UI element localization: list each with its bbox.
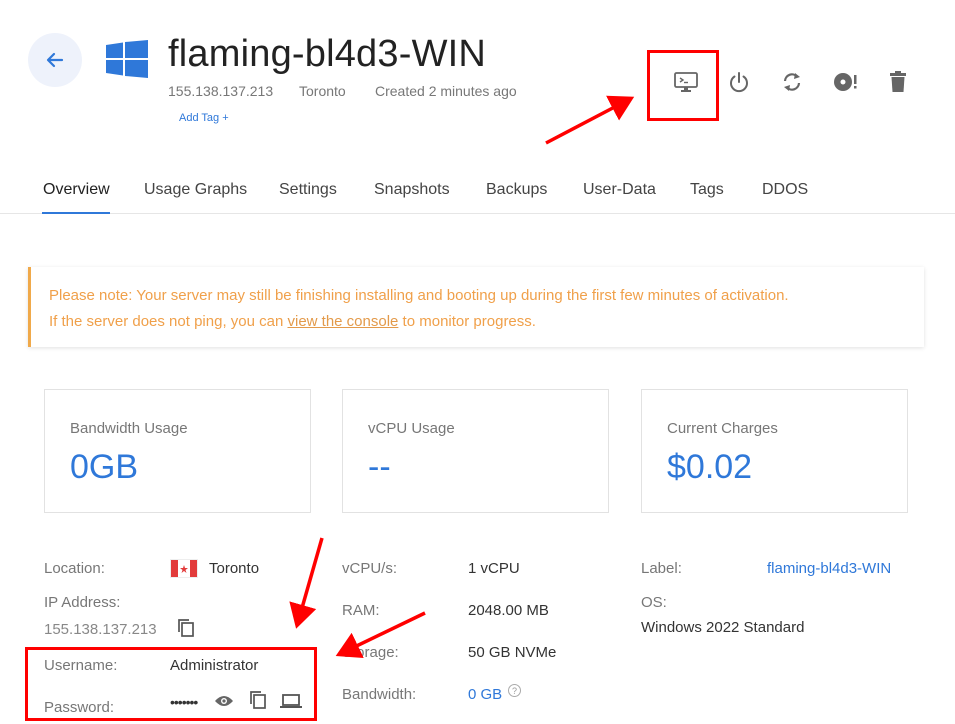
tab-snapshots[interactable]: Snapshots (374, 181, 450, 199)
card-label: Current Charges (667, 420, 778, 437)
notice-line-2: If the server does not ping, you can vie… (49, 309, 906, 335)
tab-settings[interactable]: Settings (279, 181, 337, 199)
card-label: vCPU Usage (368, 420, 455, 437)
label-value[interactable]: flaming-bl4d3-WIN (767, 560, 891, 577)
power-icon (730, 72, 748, 93)
add-tag-link[interactable]: Add Tag + (179, 112, 229, 124)
bandwidth-value[interactable]: 0 GB (468, 686, 502, 703)
iso-disc-icon (834, 73, 857, 91)
ram-value: 2048.00 MB (468, 602, 549, 619)
location-value: Toronto (209, 560, 260, 577)
header-ip: 155.138.137.213 (168, 83, 274, 99)
vcpu-usage-card: vCPU Usage -- (342, 389, 609, 513)
active-tab-indicator (42, 212, 110, 214)
vcpu-value: 1 vCPU (468, 560, 520, 577)
power-button[interactable] (723, 66, 755, 98)
notice-text: If the server does not ping, you can (49, 313, 288, 330)
back-button[interactable] (28, 33, 82, 87)
label-label: Label: (641, 560, 682, 577)
ram-label: RAM: (342, 602, 380, 619)
tab-bar: Overview Usage Graphs Settings Snapshots… (0, 170, 955, 214)
ip-value: 155.138.137.213 (44, 621, 157, 638)
view-console-button[interactable] (670, 66, 702, 98)
tab-usage-graphs[interactable]: Usage Graphs (144, 181, 247, 199)
console-icon (674, 72, 698, 92)
show-password-button[interactable] (214, 691, 234, 711)
location-label: Location: (44, 560, 105, 577)
iso-button[interactable] (829, 66, 861, 98)
notice-line-1: Please note: Your server may still be fi… (49, 287, 789, 304)
password-label: Password: (44, 699, 115, 716)
current-charges-card: Current Charges $0.02 (641, 389, 908, 513)
arrow-down-credentials (289, 537, 324, 629)
laptop-icon (280, 694, 302, 708)
server-title: flaming-bl4d3-WIN (168, 33, 487, 75)
tab-backups[interactable]: Backups (486, 181, 547, 199)
password-value: ••••••• (170, 694, 198, 710)
username-label: Username: (44, 657, 118, 674)
arrow-left-icon (46, 52, 64, 68)
delete-button[interactable] (882, 66, 914, 98)
provisioning-notice: Please note: Your server may still be fi… (28, 267, 924, 347)
copy-password-button[interactable] (248, 690, 268, 710)
help-icon[interactable]: ? (508, 684, 521, 697)
copy-icon (178, 619, 194, 637)
os-value: Windows 2022 Standard (641, 619, 805, 636)
copy-ip-button[interactable] (176, 618, 196, 638)
storage-value: 50 GB NVMe (468, 644, 557, 661)
card-value: $0.02 (667, 448, 753, 486)
card-value: -- (368, 448, 391, 486)
os-label: OS: (641, 594, 667, 611)
restart-icon (783, 73, 801, 91)
windows-logo-icon (106, 40, 148, 78)
card-value: 0GB (70, 448, 139, 486)
arrow-to-console (545, 95, 635, 145)
copy-icon (250, 691, 266, 709)
tab-overview[interactable]: Overview (43, 181, 110, 199)
paste-to-console-button[interactable] (280, 691, 302, 711)
bandwidth-usage-card: Bandwidth Usage 0GB (44, 389, 311, 513)
vcpu-label: vCPU/s: (342, 560, 398, 577)
tab-tags[interactable]: Tags (690, 181, 724, 199)
canada-flag-icon (170, 559, 198, 578)
header-location: Toronto (299, 83, 346, 99)
bandwidth-label: Bandwidth: (342, 686, 417, 703)
tab-user-data[interactable]: User-Data (583, 181, 656, 199)
tab-ddos[interactable]: DDOS (762, 181, 808, 199)
view-console-link[interactable]: view the console (287, 313, 398, 330)
storage-label: Storage: (342, 644, 399, 661)
restart-button[interactable] (776, 66, 808, 98)
ip-label: IP Address: (44, 594, 121, 611)
username-value: Administrator (170, 657, 259, 674)
card-label: Bandwidth Usage (70, 420, 188, 437)
eye-icon (215, 696, 233, 706)
trash-icon (890, 71, 906, 92)
header-created: Created 2 minutes ago (375, 83, 517, 99)
notice-text-end: to monitor progress. (398, 313, 536, 330)
